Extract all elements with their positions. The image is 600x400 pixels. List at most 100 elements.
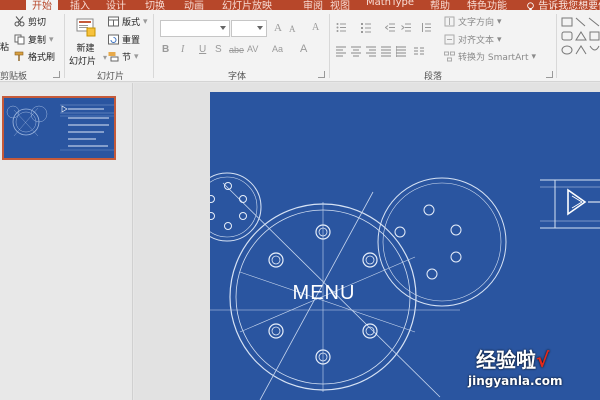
new-slide-button[interactable]: 新建 幻灯片: [69, 41, 96, 67]
copy-label: 复制: [28, 36, 47, 46]
convert-smartart-button[interactable]: 转换为 SmartArt ▾: [444, 50, 536, 63]
tell-me-search[interactable]: 告诉我您想要做: [526, 0, 600, 10]
tab-mathtype[interactable]: MathType: [366, 0, 414, 8]
copy-dropdown-icon[interactable]: ▾: [49, 35, 54, 45]
chevron-down-icon: [220, 26, 226, 30]
slides-group-label: 幻灯片: [97, 72, 125, 82]
reset-icon: [108, 34, 119, 45]
tab-help[interactable]: 帮助: [430, 0, 450, 10]
tab-review[interactable]: 审阅: [303, 0, 323, 10]
new-slide-label-1: 新建: [76, 44, 95, 54]
tab-insert[interactable]: 插入: [70, 0, 90, 10]
clipboard-launcher-icon[interactable]: [53, 71, 60, 78]
tab-view[interactable]: 视图: [330, 0, 350, 10]
align-text-icon: [444, 34, 455, 45]
numbering-icon[interactable]: [361, 22, 372, 33]
text-direction-icon: [444, 16, 455, 27]
shadow-button[interactable]: S: [215, 44, 222, 55]
format-painter-button[interactable]: 格式刷: [14, 50, 55, 63]
small-ring: [210, 172, 262, 242]
smartart-icon: [444, 51, 455, 62]
group-separator: [64, 14, 65, 78]
watermark: 经验啦√ jingyanla.com: [468, 344, 596, 396]
reset-label: 重置: [122, 36, 141, 46]
chevron-shape-icon: [575, 45, 587, 55]
tell-me-text: 告诉我您想要做: [538, 1, 600, 10]
watermark-logo-text: 经验啦√: [476, 344, 549, 373]
change-case-button[interactable]: Aa: [272, 44, 283, 54]
section-label: 节: [122, 53, 132, 63]
paragraph-group-label: 段落: [424, 72, 443, 82]
clear-format-button[interactable]: A: [312, 22, 319, 33]
text-direction-button[interactable]: 文字方向 ▾: [444, 15, 502, 28]
copy-button[interactable]: 复制 ▾: [14, 33, 54, 46]
align-left-icon[interactable]: [336, 46, 347, 57]
new-slide-dropdown-icon[interactable]: ▾: [103, 53, 107, 62]
square-shape-icon: [589, 31, 600, 41]
underline-button[interactable]: U: [199, 44, 206, 55]
align-right-icon[interactable]: [366, 46, 377, 57]
font-launcher-icon[interactable]: [318, 71, 325, 78]
distributed-icon[interactable]: [396, 46, 407, 57]
slide-title[interactable]: MENU: [288, 282, 360, 305]
reset-button[interactable]: 重置: [108, 33, 140, 46]
layout-button[interactable]: 版式 ▾: [108, 15, 148, 28]
tab-slideshow[interactable]: 幻灯片放映: [222, 0, 272, 10]
bullets-icon[interactable]: [336, 22, 347, 33]
section-icon: [108, 52, 119, 62]
line-shape-icon: [588, 17, 600, 27]
line-spacing-icon[interactable]: [421, 22, 432, 33]
play-arrow-icon: [567, 188, 587, 216]
ribbon-tab-strip: 开始 插入 设计 切换 动画 幻灯片放映 审阅 视图 MathType 帮助 特…: [0, 0, 600, 10]
section-dropdown-icon: ▾: [134, 51, 139, 62]
rectangle-shape-icon: [561, 17, 573, 27]
shrink-font-button[interactable]: A: [289, 24, 296, 34]
layout-icon: [108, 16, 119, 27]
new-slide-icon[interactable]: [75, 16, 97, 38]
tab-home[interactable]: 开始: [26, 0, 58, 10]
line-shape-icon: [575, 17, 586, 27]
slide-thumbnail-preview: [6, 104, 114, 151]
font-name-combo[interactable]: [160, 20, 230, 37]
rounded-rect-shape-icon: [561, 31, 573, 41]
tab-design[interactable]: 设计: [106, 0, 126, 10]
text-direction-dropdown-icon: ▾: [497, 16, 502, 27]
scissors-icon: [14, 16, 25, 27]
align-text-dropdown-icon: ▾: [497, 34, 502, 45]
strikethrough-button[interactable]: abe: [229, 45, 244, 55]
slide-thumbnail-1[interactable]: [2, 96, 116, 160]
cut-button[interactable]: 剪切: [14, 15, 46, 28]
ribbon: 粘 剪切 复制 ▾ 格式刷 剪贴板 新建 幻灯片 ▾ 版式 ▾ 重置 节 ▾ 幻…: [0, 10, 600, 82]
tab-special[interactable]: 特色功能: [467, 0, 507, 10]
paste-button[interactable]: 粘: [0, 40, 9, 53]
cut-label: 剪切: [28, 18, 47, 28]
bold-button[interactable]: B: [162, 44, 169, 55]
font-color-button[interactable]: A: [300, 43, 307, 55]
oval-shape-icon: [561, 45, 573, 55]
chevron-down-icon: [257, 26, 263, 30]
convert-smartart-label: 转换为 SmartArt: [458, 53, 529, 63]
decrease-indent-icon[interactable]: [385, 22, 396, 33]
layout-dropdown-icon: ▾: [143, 16, 148, 27]
medium-ring: [377, 177, 507, 307]
increase-indent-icon[interactable]: [401, 22, 412, 33]
tab-transitions[interactable]: 切换: [145, 0, 165, 10]
align-text-button[interactable]: 对齐文本 ▾: [444, 33, 502, 46]
italic-button[interactable]: I: [181, 44, 184, 55]
justify-icon[interactable]: [381, 46, 392, 57]
shapes-gallery[interactable]: [561, 16, 600, 64]
paragraph-launcher-icon[interactable]: [546, 71, 553, 78]
clipboard-group-label: 剪贴板: [0, 72, 28, 82]
char-spacing-button[interactable]: AV: [247, 44, 258, 54]
section-button[interactable]: 节 ▾: [108, 50, 139, 63]
columns-icon[interactable]: [414, 46, 425, 57]
grow-font-button[interactable]: A: [274, 22, 282, 34]
tab-animations[interactable]: 动画: [184, 0, 204, 10]
font-size-combo[interactable]: [231, 20, 267, 37]
watermark-url: jingyanla.com: [468, 374, 563, 388]
align-center-icon[interactable]: [351, 46, 362, 57]
layout-label: 版式: [122, 18, 141, 28]
paintbrush-icon: [14, 51, 24, 61]
triangle-shape-icon: [575, 31, 587, 41]
copy-icon: [14, 34, 25, 45]
